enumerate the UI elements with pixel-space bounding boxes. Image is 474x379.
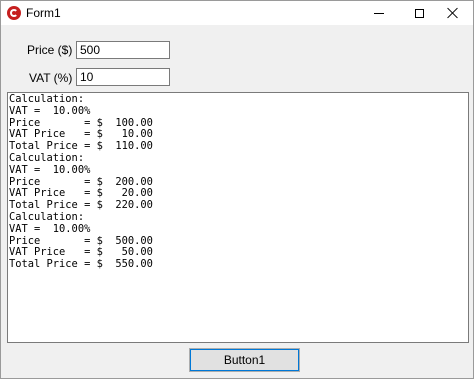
close-icon: [447, 7, 459, 19]
close-button[interactable]: [433, 1, 473, 25]
maximize-icon: [414, 8, 424, 18]
output-line: VAT = 10.00%: [9, 222, 91, 235]
vat-input[interactable]: [76, 68, 170, 86]
title-bar[interactable]: Form1: [1, 1, 473, 25]
button1[interactable]: Button1: [189, 348, 300, 372]
app-icon: [7, 6, 21, 20]
vat-label: VAT (%): [29, 71, 73, 85]
output-line: VAT = 10.00%: [9, 104, 91, 117]
price-input[interactable]: [76, 41, 170, 59]
minimize-icon: [374, 12, 384, 14]
minimize-button[interactable]: [359, 1, 399, 25]
output-line: Calculation:: [9, 151, 85, 164]
output-line: Total Price = $ 550.00: [9, 258, 153, 271]
window-title: Form1: [26, 6, 61, 20]
output-textarea[interactable]: Calculation: VAT = 10.00% Price = $ 100.…: [7, 92, 469, 343]
price-label: Price ($): [27, 43, 73, 57]
output-line: VAT = 10.00%: [9, 163, 91, 176]
app-window: Form1 Price ($) VAT (%) Calculation: VAT…: [0, 0, 474, 379]
output-line: Calculation:: [9, 210, 85, 223]
